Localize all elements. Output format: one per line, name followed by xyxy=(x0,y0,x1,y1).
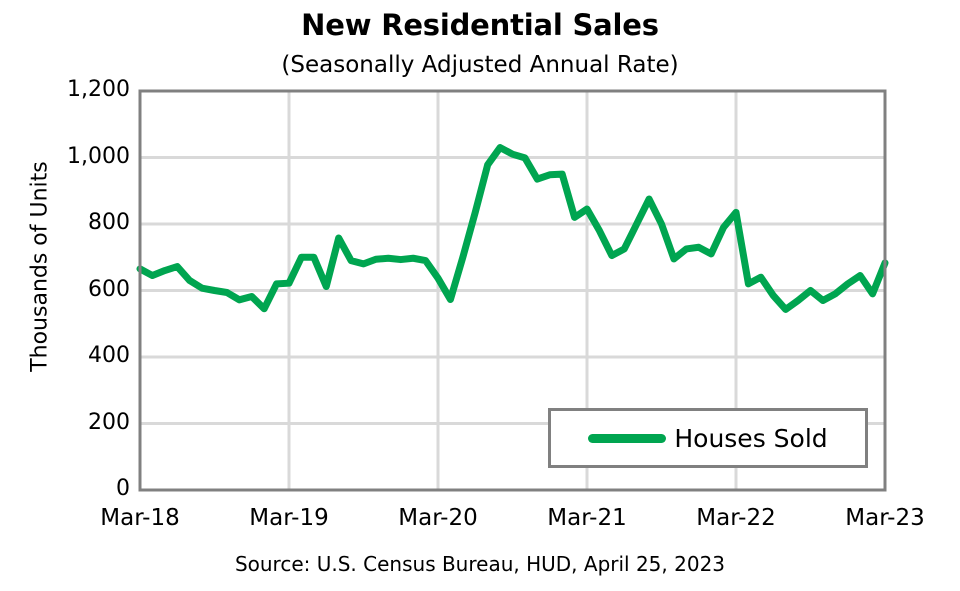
y-axis-tick-800: 800 xyxy=(88,210,130,235)
chart-title: New Residential Sales xyxy=(301,8,659,42)
y-axis-tick-0: 0 xyxy=(116,476,130,501)
x-axis-tick-mar-20: Mar-20 xyxy=(398,505,478,531)
x-axis-tick-mar-18: Mar-18 xyxy=(100,505,180,531)
x-axis-tick-mar-21: Mar-21 xyxy=(547,505,627,531)
y-axis-tick-600: 600 xyxy=(88,276,130,302)
x-axis-tick-mar-23: Mar-23 xyxy=(845,505,925,531)
chart-source-note: Source: U.S. Census Bureau, HUD, April 2… xyxy=(234,552,726,576)
series-line-houses-sold xyxy=(136,144,889,313)
chart-container: New Residential Sales (Seasonally Adjust… xyxy=(0,0,960,591)
legend-label-houses-sold: Houses Sold xyxy=(674,423,828,453)
chart-subtitle: (Seasonally Adjusted Annual Rate) xyxy=(281,52,679,78)
x-axis-tick-mar-19: Mar-19 xyxy=(249,505,329,531)
y-axis-tick-labels: 1,200 1,000 800 600 400 200 0 xyxy=(30,0,130,591)
chart-legend: Houses Sold xyxy=(548,408,868,468)
series-layer xyxy=(136,144,889,313)
legend-swatch-houses-sold xyxy=(588,433,667,443)
y-axis-tick-1200: 1,200 xyxy=(67,77,130,102)
y-axis-tick-400: 400 xyxy=(88,343,130,368)
y-axis-tick-1000: 1,000 xyxy=(67,143,130,169)
plot-area xyxy=(136,89,889,492)
y-axis-tick-200: 200 xyxy=(88,409,130,435)
x-axis-tick-mar-22: Mar-22 xyxy=(696,505,776,531)
